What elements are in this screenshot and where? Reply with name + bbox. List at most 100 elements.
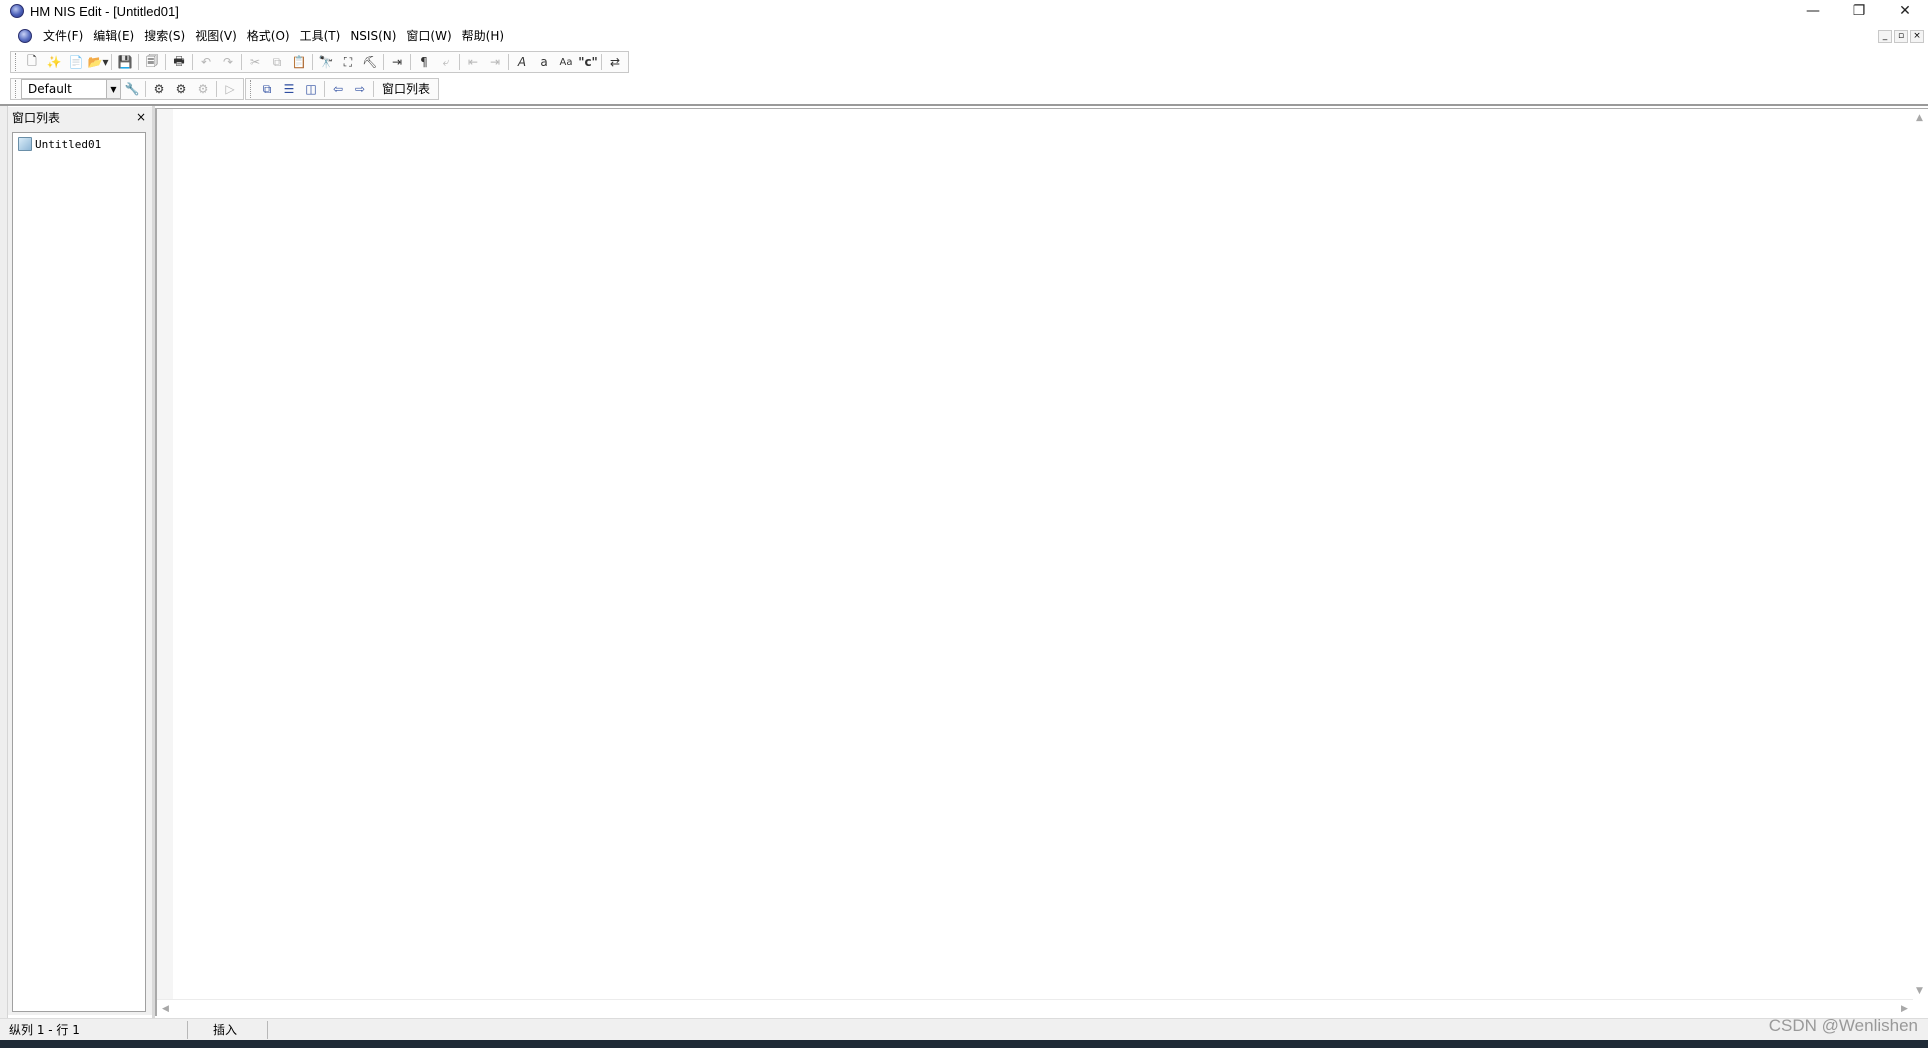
close-button[interactable]: ✕ [1882,0,1928,22]
toolbar-group-compile: Default ▼ 🔧 ⚙ ⚙ ⚙ ▷ [10,78,244,100]
profile-select[interactable]: Default ▼ [21,79,121,99]
window-title: HM NIS Edit - [Untitled01] [30,3,179,19]
toggle-case-icon[interactable]: Aa [555,52,577,72]
toolbar-separator [459,54,460,70]
main-toolbar: 🗋 ✨ 📄 📂▾ 💾 🗐 🖶 ↶ ↷ ✂ ⧉ 📋 🔭 ⛶ ⛏ ⇥ ¶ ⤶ ⇤ ⇥… [0,50,1928,74]
new-wizard-icon[interactable]: ✨ [43,52,65,72]
taskbar-strip [0,1040,1928,1048]
toolbar-grip[interactable] [250,80,253,98]
scroll-down-icon[interactable]: ▼ [1911,982,1928,999]
toolbar-separator [324,81,325,97]
toolbar-divider [0,104,1928,106]
undo-icon[interactable]: ↶ [195,52,217,72]
profile-select-value: Default [28,82,72,96]
minimize-button[interactable]: — [1790,0,1836,22]
menu-file[interactable]: 文件(F) [38,25,88,47]
toolbar-separator [216,81,217,97]
toolbar-separator [373,81,374,97]
mdi-restore-button[interactable]: ▫ [1894,30,1908,43]
title-bar: HM NIS Edit - [Untitled01] — ❐ ✕ [0,0,1928,22]
cascade-windows-icon[interactable]: ⧉ [256,79,278,99]
save-icon[interactable]: 💾 [114,52,136,72]
toolbar-grip[interactable] [15,53,18,71]
toolbar-separator [601,54,602,70]
scroll-left-icon[interactable]: ◀ [157,1000,174,1017]
menu-window[interactable]: 窗口(W) [401,25,456,47]
secondary-toolbar: Default ▼ 🔧 ⚙ ⚙ ⚙ ▷ ⧉ ☰ ◫ ⇦ ⇨ 窗口列表 [0,77,1928,101]
configure-profiles-icon[interactable]: 🔧 [121,79,143,99]
menu-bar: 文件(F) 编辑(E) 搜索(S) 视图(V) 格式(O) 工具(T) NSIS… [0,25,1928,47]
horizontal-scrollbar[interactable]: ◀ ▶ [157,999,1913,1016]
compile-script-icon[interactable]: ⚙ [148,79,170,99]
editor-area[interactable]: ▲ ▼ ◀ ▶ [155,108,1928,1016]
menu-nsis[interactable]: NSIS(N) [345,25,401,47]
uppercase-icon[interactable]: A [511,52,533,72]
toolbar-group-file: 🗋 ✨ 📄 📂▾ 💾 🗐 🖶 ↶ ↷ ✂ ⧉ 📋 🔭 ⛶ ⛏ ⇥ ¶ ⤶ ⇤ ⇥… [10,51,629,73]
menu-help[interactable]: 帮助(H) [457,25,509,47]
lowercase-icon[interactable]: a [533,52,555,72]
list-item-label: Untitled01 [35,137,102,151]
comment-icon[interactable]: ⇄ [604,52,626,72]
find-next-icon[interactable]: ⛶ [337,52,359,72]
app-globe-icon [10,4,24,18]
toolbar-separator [383,54,384,70]
indent-icon[interactable]: ⇤ [462,52,484,72]
replace-icon[interactable]: ⛏ [359,52,381,72]
outdent-icon[interactable]: ⇥ [484,52,506,72]
menu-search[interactable]: 搜索(S) [139,25,190,47]
redo-icon[interactable]: ↷ [217,52,239,72]
toolbar-separator [165,54,166,70]
scroll-right-icon[interactable]: ▶ [1896,1000,1913,1017]
document-system-menu-icon[interactable] [18,29,32,43]
window-list-panel: 窗口列表 × Untitled01 [8,107,152,1015]
toolbar-separator [111,54,112,70]
toolbar-separator [241,54,242,70]
new-template-icon[interactable]: 📄 [65,52,87,72]
goto-line-icon[interactable]: ⇥ [386,52,408,72]
new-file-icon[interactable]: 🗋 [21,52,43,72]
panel-close-icon[interactable]: × [136,110,148,124]
list-item[interactable]: Untitled01 [18,137,145,151]
tile-horizontal-icon[interactable]: ☰ [278,79,300,99]
quote-icon[interactable]: "c" [577,52,599,72]
menu-view[interactable]: 视图(V) [190,25,242,47]
menu-tools[interactable]: 工具(T) [295,25,346,47]
watermark: CSDN @Wenlishen [1768,1016,1918,1035]
mdi-minimize-button[interactable]: _ [1878,30,1892,43]
run-installer-icon[interactable]: ▷ [219,79,241,99]
cut-icon[interactable]: ✂ [244,52,266,72]
chevron-down-icon[interactable]: ▼ [106,80,120,98]
menu-format[interactable]: 格式(O) [242,25,295,47]
vertical-scrollbar[interactable]: ▲ ▼ [1911,109,1928,999]
previous-window-icon[interactable]: ⇦ [327,79,349,99]
copy-icon[interactable]: ⧉ [266,52,288,72]
window-list: Untitled01 [12,132,146,1012]
menu-edit[interactable]: 编辑(E) [88,25,139,47]
toolbar-separator [410,54,411,70]
next-window-icon[interactable]: ⇨ [349,79,371,99]
toolbar-separator [145,81,146,97]
find-icon[interactable]: 🔭 [315,52,337,72]
toolbar-separator [312,54,313,70]
stop-compile-icon[interactable]: ⚙ [192,79,214,99]
compile-run-icon[interactable]: ⚙ [170,79,192,99]
tile-vertical-icon[interactable]: ◫ [300,79,322,99]
show-special-chars-icon[interactable]: ¶ [413,52,435,72]
toolbar-separator [138,54,139,70]
cursor-position: 纵列 1 - 行 1 [0,1020,188,1039]
window-controls: — ❐ ✕ [1790,0,1928,22]
mdi-close-button[interactable]: × [1910,30,1924,43]
mdi-controls: _ ▫ × [1878,30,1924,43]
word-wrap-icon[interactable]: ⤶ [435,52,457,72]
restore-button[interactable]: ❐ [1836,0,1882,22]
window-list-button[interactable]: 窗口列表 [376,79,436,99]
editor-gutter [157,109,173,999]
scroll-up-icon[interactable]: ▲ [1911,109,1928,126]
toolbar-separator [508,54,509,70]
paste-icon[interactable]: 📋 [288,52,310,72]
save-all-icon[interactable]: 🗐 [141,52,163,72]
toolbar-grip[interactable] [15,80,18,98]
print-icon[interactable]: 🖶 [168,52,190,72]
panel-title: 窗口列表 [12,110,61,125]
open-folder-icon[interactable]: 📂▾ [87,52,109,72]
